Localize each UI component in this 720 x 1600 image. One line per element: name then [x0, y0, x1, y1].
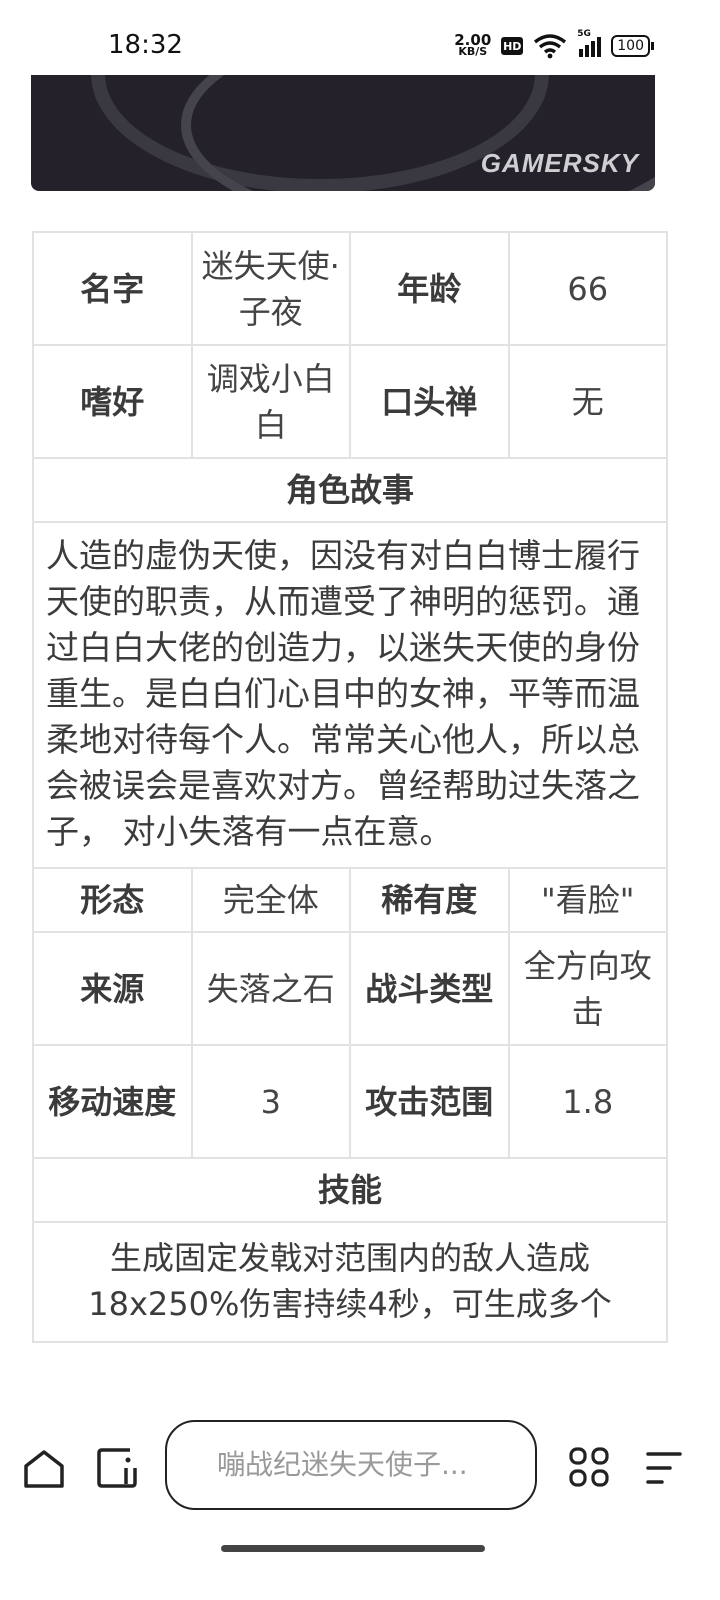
- combat-type-label: 战斗类型: [349, 931, 510, 1046]
- menu-icon[interactable]: [644, 1450, 684, 1486]
- address-bar[interactable]: 嘣战纪迷失天使子...: [165, 1420, 537, 1510]
- catchphrase-label: 口头禅: [349, 344, 510, 459]
- rarity-value: "看脸": [507, 867, 668, 933]
- skill-header: 技能: [32, 1157, 668, 1223]
- character-info-table: 名字 迷失天使·子夜 年龄 66 嗜好 调戏小白白 口头禅 无 角色故事 人造的…: [32, 231, 668, 1343]
- table-row: 角色故事: [32, 457, 668, 523]
- article-image: GAMERSKY: [31, 75, 655, 191]
- table-row: 嗜好 调戏小白白 口头禅 无: [32, 344, 668, 459]
- image-watermark: GAMERSKY: [480, 148, 639, 178]
- address-bar-text: 嘣战纪迷失天使子...: [217, 1448, 468, 1481]
- name-label: 名字: [32, 231, 193, 346]
- network-speed: 2.00 KB/S: [454, 33, 491, 58]
- table-row: 移动速度 3 攻击范围 1.8: [32, 1044, 668, 1159]
- combat-type-value: 全方向攻击: [507, 931, 668, 1046]
- story-text: 人造的虚伪天使，因没有对白白博士履行天使的职责，从而遭受了神明的惩罚。通过白白大…: [32, 521, 668, 869]
- home-icon[interactable]: [22, 1448, 66, 1490]
- network-speed-unit: KB/S: [458, 45, 488, 58]
- table-row: 名字 迷失天使·子夜 年龄 66: [32, 231, 668, 346]
- attack-range-value: 1.8: [507, 1044, 668, 1159]
- rarity-label: 稀有度: [349, 867, 510, 933]
- age-value: 66: [507, 231, 668, 346]
- form-label: 形态: [32, 867, 193, 933]
- table-row: 来源 失落之石 战斗类型 全方向攻击: [32, 931, 668, 1046]
- signal-label: 5G: [577, 29, 591, 39]
- hobby-label: 嗜好: [32, 344, 193, 459]
- table-row: 生成固定发戟对范围内的敌人造成18x250%伤害持续4秒，可生成多个: [32, 1221, 668, 1343]
- skill-text: 生成固定发戟对范围内的敌人造成18x250%伤害持续4秒，可生成多个: [32, 1221, 668, 1343]
- status-icons: 2.00 KB/S HD 5G 100: [454, 29, 654, 59]
- attack-range-label: 攻击范围: [349, 1044, 510, 1159]
- browser-bottom-bar: 嘣战纪迷失天使子...: [0, 1400, 720, 1600]
- table-row: 技能: [32, 1157, 668, 1223]
- battery-icon: 100: [611, 35, 654, 57]
- wifi-icon: [534, 34, 567, 59]
- source-value: 失落之石: [190, 931, 351, 1046]
- tabs-icon[interactable]: [96, 1446, 140, 1490]
- move-speed-label: 移动速度: [32, 1044, 193, 1159]
- apps-icon[interactable]: [568, 1446, 610, 1488]
- form-value: 完全体: [190, 867, 351, 933]
- hobby-value: 调戏小白白: [190, 344, 351, 459]
- status-bar: 18:32 2.00 KB/S HD 5G 100: [0, 0, 720, 76]
- source-label: 来源: [32, 931, 193, 1046]
- hd-icon: HD: [501, 37, 524, 55]
- age-label: 年龄: [349, 231, 510, 346]
- story-header: 角色故事: [32, 457, 668, 523]
- table-row: 形态 完全体 稀有度 "看脸": [32, 867, 668, 933]
- status-time: 18:32: [108, 30, 183, 60]
- name-value: 迷失天使·子夜: [190, 231, 351, 346]
- table-row: 人造的虚伪天使，因没有对白白博士履行天使的职责，从而遭受了神明的惩罚。通过白白大…: [32, 521, 668, 869]
- gesture-navigation-bar[interactable]: [221, 1545, 485, 1552]
- move-speed-value: 3: [190, 1044, 351, 1159]
- signal-icon: 5G: [577, 29, 602, 57]
- catchphrase-value: 无: [507, 344, 668, 459]
